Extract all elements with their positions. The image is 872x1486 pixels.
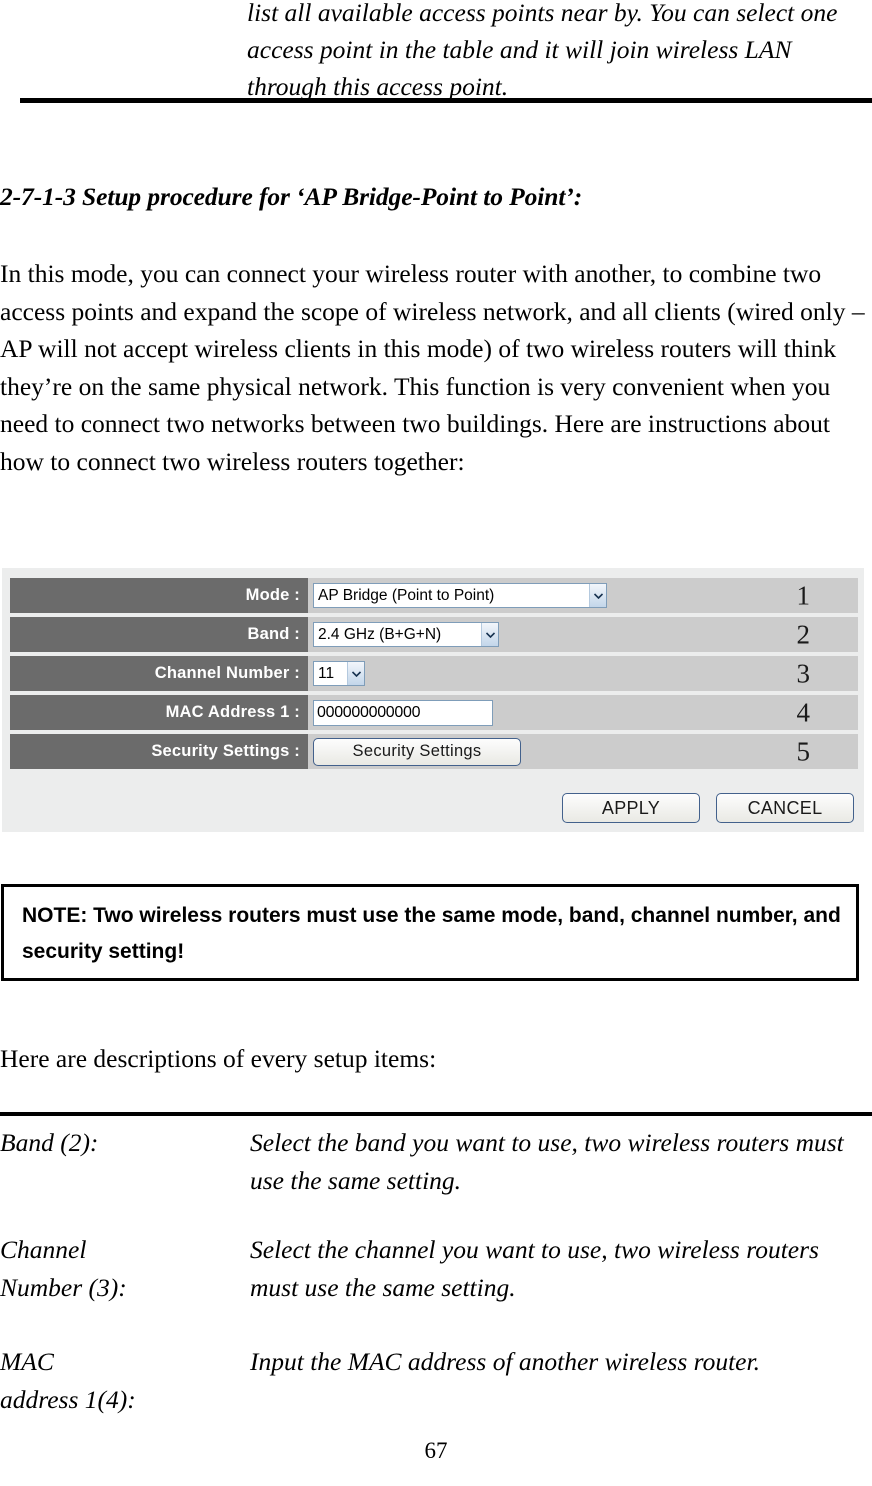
- page-number: 67: [424, 1438, 448, 1463]
- config-row-channel-number: Channel Number : 11 3: [10, 656, 858, 691]
- descriptions-rule: [0, 1112, 872, 1116]
- band-select-value: 2.4 GHz (B+G+N): [318, 626, 442, 643]
- description-definition: Select the channel you want to use, two …: [250, 1235, 819, 1302]
- callout-number-2: 2: [796, 619, 811, 649]
- channel-number-select[interactable]: 11: [313, 661, 365, 686]
- description-term: Band (2):: [0, 1128, 99, 1157]
- body-paragraph: In this mode, you can connect your wirel…: [0, 259, 865, 476]
- description-definition: Select the band you want to use, two wir…: [250, 1128, 844, 1195]
- description-row-channel-number: Channel Number (3): Select the channel y…: [0, 1231, 872, 1306]
- field-mac-address-1: 000000000000 4: [308, 695, 858, 730]
- callout-number-4: 4: [796, 697, 811, 727]
- config-row-band: Band : 2.4 GHz (B+G+N) 2: [10, 617, 858, 652]
- config-row-mode: Mode : AP Bridge (Point to Point) 1: [10, 578, 858, 613]
- description-definition: Input the MAC address of another wireles…: [250, 1347, 760, 1376]
- label-channel-number: Channel Number :: [10, 656, 308, 691]
- config-row-mac-address-1: MAC Address 1 : 000000000000 4: [10, 695, 858, 730]
- label-band: Band :: [10, 617, 308, 652]
- field-channel-number: 11 3: [308, 656, 858, 691]
- config-row-security-settings: Security Settings : Security Settings 5: [10, 734, 858, 769]
- callout-number-1: 1: [796, 580, 811, 610]
- chevron-down-icon: [481, 623, 498, 646]
- mode-select[interactable]: AP Bridge (Point to Point): [313, 583, 607, 608]
- header-rule: [20, 98, 872, 103]
- security-settings-button[interactable]: Security Settings: [313, 737, 521, 766]
- callout-number-3: 3: [796, 658, 811, 688]
- note-box: NOTE: Two wireless routers must use the …: [1, 884, 859, 981]
- chevron-down-icon: [347, 662, 364, 685]
- label-mode: Mode :: [10, 578, 308, 613]
- field-security-settings: Security Settings 5: [308, 734, 858, 769]
- mode-select-value: AP Bridge (Point to Point): [318, 587, 495, 604]
- description-term: Channel Number (3):: [0, 1235, 127, 1302]
- mac-address-1-input[interactable]: 000000000000: [313, 699, 493, 726]
- label-mac-address-1: MAC Address 1 :: [10, 695, 308, 730]
- channel-number-select-value: 11: [318, 665, 335, 682]
- panel-actions: APPLY CANCEL: [562, 793, 854, 823]
- quoted-continuation-text: list all available access points near by…: [247, 0, 838, 101]
- field-band: 2.4 GHz (B+G+N) 2: [308, 617, 858, 652]
- description-term: MAC address 1(4):: [0, 1347, 136, 1414]
- description-row-mac-address: MAC address 1(4): Input the MAC address …: [0, 1343, 872, 1418]
- description-row-band: Band (2): Select the band you want to us…: [0, 1124, 872, 1199]
- cancel-button[interactable]: CANCEL: [716, 793, 854, 823]
- field-mode: AP Bridge (Point to Point) 1: [308, 578, 858, 613]
- label-security-settings: Security Settings :: [10, 734, 308, 769]
- page-title: 2-7-1-3 Setup procedure for ‘AP Bridge-P…: [0, 182, 583, 211]
- band-select[interactable]: 2.4 GHz (B+G+N): [313, 622, 499, 647]
- callout-number-5: 5: [796, 736, 811, 766]
- router-config-panel: Mode : AP Bridge (Point to Point) 1 Band…: [2, 568, 864, 832]
- descriptions-lead-line: Here are descriptions of every setup ite…: [0, 1044, 437, 1073]
- chevron-down-icon: [589, 584, 606, 607]
- apply-button[interactable]: APPLY: [562, 793, 700, 823]
